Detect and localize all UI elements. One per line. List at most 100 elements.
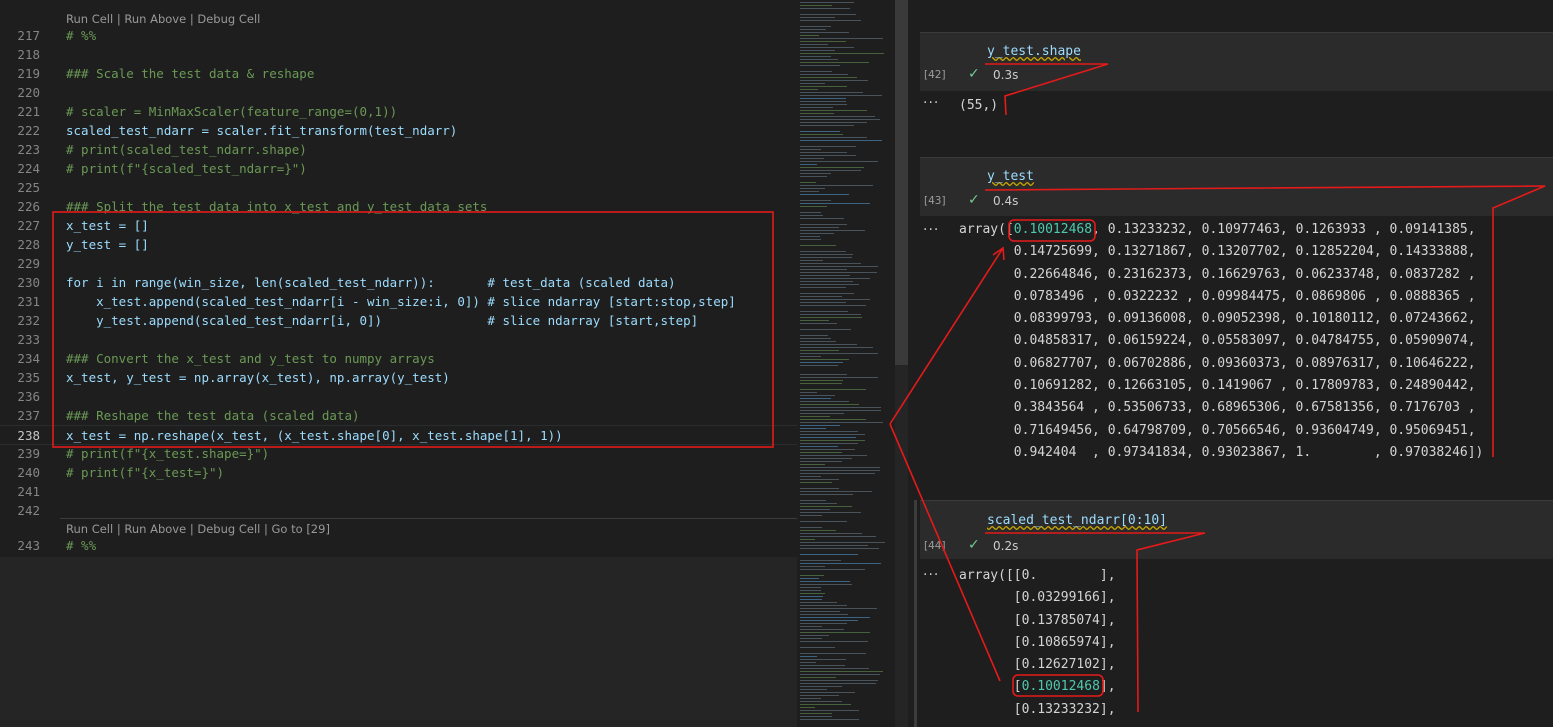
minimap-line — [800, 398, 831, 399]
code-line-239[interactable]: 239 # print(f"{x_test.shape=}") — [0, 444, 797, 463]
minimap-line — [800, 191, 819, 192]
code-line-229[interactable]: 229 — [0, 254, 797, 273]
minimap-line — [800, 365, 838, 366]
code-line-228[interactable]: 228 y_test = [] — [0, 235, 797, 254]
minimap-line — [800, 83, 825, 84]
minimap-line — [800, 305, 866, 306]
code-text: x_test.append(scaled_test_ndarr[i - win_… — [66, 294, 736, 309]
minimap-line — [800, 338, 831, 339]
code-line-234[interactable]: 234 ### Convert the x_test and y_test to… — [0, 349, 797, 368]
minimap-line — [800, 614, 848, 615]
minimap-line — [800, 227, 839, 228]
cell-separator — [60, 518, 797, 519]
minimap-line — [800, 158, 824, 159]
ellipsis-icon[interactable]: ··· — [923, 567, 939, 583]
minimap-line — [800, 545, 868, 546]
line-number: 235 — [17, 370, 40, 385]
cell-output: (55,) — [959, 98, 999, 113]
code-line-236[interactable]: 236 — [0, 387, 797, 406]
minimap-line — [800, 632, 870, 633]
minimap-line — [800, 104, 847, 105]
minimap-line — [800, 311, 848, 312]
minimap-line — [800, 329, 851, 330]
code-line-217[interactable]: 217 # %% — [0, 26, 797, 45]
minimap-line — [800, 56, 831, 57]
code-line-231[interactable]: 231 x_test.append(scaled_test_ndarr[i - … — [0, 292, 797, 311]
check-icon: ✓ — [968, 66, 980, 82]
cell-code[interactable]: y_test.shape — [987, 44, 1081, 59]
minimap-line — [800, 212, 821, 213]
minimap-line — [800, 77, 857, 78]
execution-count: [42] — [924, 69, 946, 81]
code-lens-bottom[interactable]: Run Cell | Run Above | Debug Cell | Go t… — [66, 521, 330, 537]
minimap-line — [800, 14, 856, 15]
minimap-line — [800, 323, 837, 324]
code-line-237[interactable]: 237 ### Reshape the test data (scaled da… — [0, 406, 797, 425]
code-line-219[interactable]: 219 ### Scale the test data & reshape — [0, 64, 797, 83]
minimap-line — [800, 710, 859, 711]
cell-code[interactable]: y_test — [987, 169, 1034, 184]
minimap-line — [800, 347, 873, 348]
minimap-line — [800, 581, 850, 582]
code-line-233[interactable]: 233 — [0, 330, 797, 349]
minimap[interactable] — [797, 0, 895, 727]
output-line: [0.03299166], — [959, 590, 1116, 606]
code-line-240[interactable]: 240 # print(f"{x_test=}") — [0, 463, 797, 482]
minimap-line — [800, 155, 856, 156]
interactive-window[interactable]: y_test.shape [42] ✓ 0.3s ··· (55,) y_tes… — [908, 0, 1553, 727]
code-line-232[interactable]: 232 y_test.append(scaled_test_ndarr[i, 0… — [0, 311, 797, 330]
minimap-line — [800, 251, 846, 252]
minimap-line — [800, 458, 852, 459]
output-line: [0.10012468], — [959, 679, 1116, 695]
line-number: 239 — [17, 446, 40, 461]
notebook-cell-input[interactable] — [920, 32, 1553, 91]
output-line: [0.10865974], — [959, 634, 1116, 650]
code-line-221[interactable]: 221 # scaler = MinMaxScaler(feature_rang… — [0, 102, 797, 121]
minimap-line — [800, 2, 854, 3]
minimap-line — [800, 200, 831, 201]
output-line: 0.10691282, 0.12663105, 0.1419067 , 0.17… — [959, 378, 1476, 394]
code-line-222[interactable]: 222 scaled_test_ndarr = scaler.fit_trans… — [0, 121, 797, 140]
code-line-226[interactable]: 226 ### Split the test data into x_test … — [0, 197, 797, 216]
ellipsis-icon[interactable]: ··· — [923, 222, 939, 238]
minimap-line — [800, 527, 822, 528]
minimap-line — [800, 107, 833, 108]
minimap-line — [800, 647, 835, 648]
minimap-line — [800, 317, 862, 318]
minimap-line — [800, 689, 827, 690]
minimap-line — [800, 413, 844, 414]
code-line-227[interactable]: 227 x_test = [] — [0, 216, 797, 235]
minimap-line — [800, 482, 832, 483]
code-line-230[interactable]: 230 for i in range(win_size, len(scaled_… — [0, 273, 797, 292]
minimap-line — [800, 266, 878, 267]
minimap-line — [800, 590, 821, 591]
code-line-235[interactable]: 235 x_test, y_test = np.array(x_test), n… — [0, 368, 797, 387]
code-line-224[interactable]: 224 # print(f"{scaled_test_ndarr=}") — [0, 159, 797, 178]
minimap-line — [800, 32, 849, 33]
ellipsis-icon[interactable]: ··· — [923, 95, 939, 111]
code-line-220[interactable]: 220 — [0, 83, 797, 102]
line-number: 226 — [17, 199, 40, 214]
minimap-line — [800, 26, 831, 27]
minimap-line — [800, 269, 847, 270]
minimap-line — [800, 170, 861, 171]
code-line-225[interactable]: 225 — [0, 178, 797, 197]
code-line-243[interactable]: 243 # %% — [0, 536, 797, 555]
output-line: 0.942404 , 0.97341834, 0.93023867, 1. , … — [959, 444, 1484, 460]
code-lens-top[interactable]: Run Cell | Run Above | Debug Cell — [66, 11, 260, 27]
code-line-218[interactable]: 218 — [0, 45, 797, 64]
minimap-line — [800, 173, 831, 174]
minimap-line — [800, 359, 849, 360]
minimap-line — [800, 491, 872, 492]
output-line: 0.71649456, 0.64798709, 0.70566546, 0.93… — [959, 422, 1476, 438]
code-line-238-current[interactable]: 238 x_test = np.reshape(x_test, (x_test.… — [0, 425, 797, 445]
scrollbar-thumb[interactable] — [895, 0, 908, 365]
minimap-line — [800, 536, 876, 537]
code-line-241[interactable]: 241 — [0, 482, 797, 501]
cell-code[interactable]: scaled_test_ndarr[0:10] — [987, 513, 1167, 528]
code-line-223[interactable]: 223 # print(scaled_test_ndarr.shape) — [0, 140, 797, 159]
minimap-line — [800, 464, 825, 465]
minimap-line — [800, 377, 878, 378]
minimap-line — [800, 515, 822, 516]
code-editor[interactable]: Run Cell | Run Above | Debug Cell 217 # … — [0, 0, 797, 557]
